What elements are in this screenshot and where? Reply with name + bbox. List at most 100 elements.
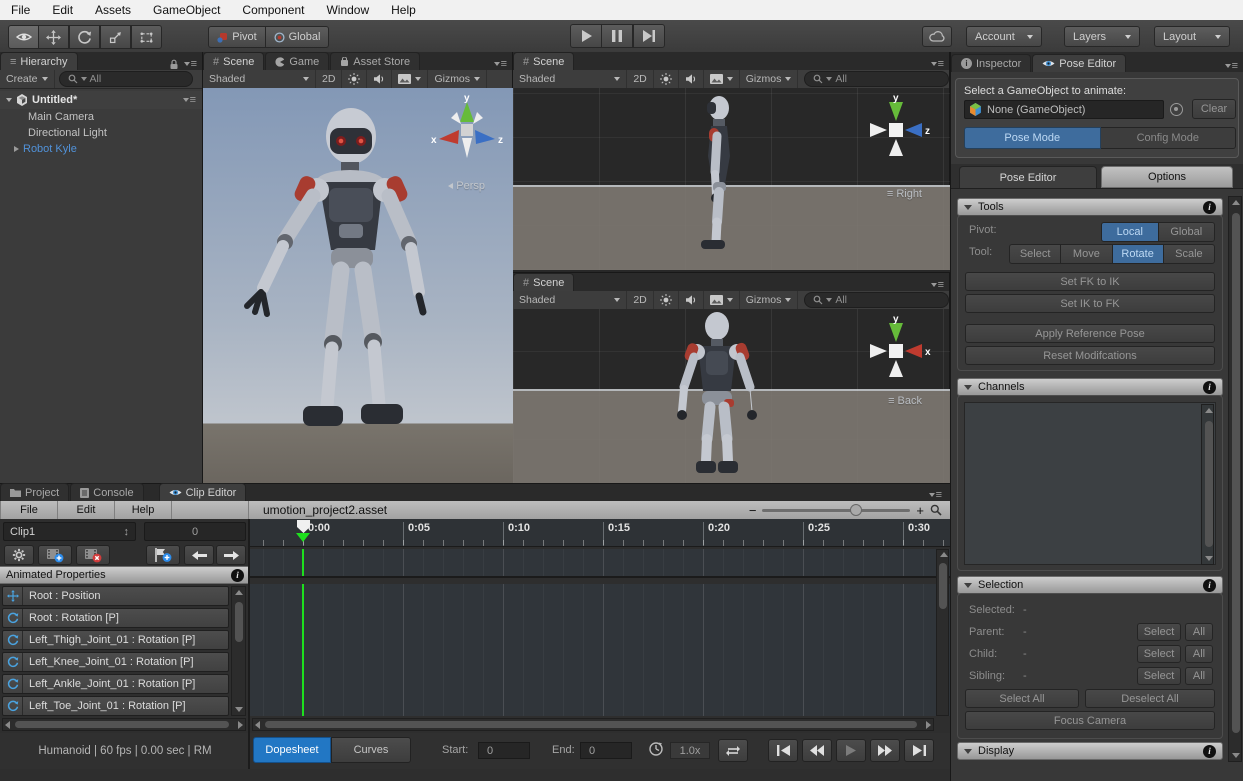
menu-help[interactable]: Help	[380, 3, 427, 17]
shading-mode-dropdown[interactable]: Shaded	[513, 70, 627, 88]
clip-selector-dropdown[interactable]: Clip1 ↕	[3, 522, 136, 541]
fast-forward-button[interactable]	[870, 739, 900, 762]
pane-menu-icon[interactable]: ≡	[929, 489, 950, 501]
scroll-thumb[interactable]	[1232, 213, 1240, 733]
menu-assets[interactable]: Assets	[84, 3, 142, 17]
set-fk-to-ik-button[interactable]: Set FK to IK	[965, 272, 1215, 291]
hierarchy-item-robot-kyle[interactable]: Robot Kyle	[0, 141, 202, 157]
scroll-up-icon[interactable]	[1205, 408, 1213, 413]
audio-toggle[interactable]	[367, 70, 392, 88]
magnifier-icon[interactable]	[930, 504, 942, 516]
lighting-toggle[interactable]	[654, 291, 679, 309]
scroll-right-icon[interactable]	[926, 721, 931, 729]
scroll-up-icon[interactable]	[1232, 200, 1240, 205]
robot-model-side[interactable]	[695, 94, 743, 254]
audio-toggle[interactable]	[679, 70, 704, 88]
playhead-line[interactable]	[302, 549, 304, 576]
shading-mode-dropdown[interactable]: Shaded	[203, 70, 316, 88]
add-clip-button[interactable]	[38, 545, 72, 565]
effects-dropdown[interactable]	[704, 291, 740, 309]
properties-hscrollbar[interactable]	[2, 718, 246, 731]
scroll-thumb[interactable]	[939, 563, 947, 609]
pane-menu-icon[interactable]: ≡	[931, 58, 949, 70]
delete-clip-button[interactable]	[76, 545, 110, 565]
robot-model-back[interactable]	[672, 311, 762, 481]
scroll-up-icon[interactable]	[940, 552, 948, 557]
select-all-button[interactable]: Select All	[965, 689, 1079, 708]
tab-asset-store[interactable]: Asset Store	[330, 52, 420, 70]
playhead-flag[interactable]	[297, 520, 310, 534]
tool-move-button[interactable]: Move	[1060, 244, 1112, 264]
lock-icon[interactable]	[169, 59, 179, 70]
scroll-left-icon[interactable]	[5, 721, 10, 729]
scroll-down-icon[interactable]	[1205, 556, 1213, 561]
property-row-left-toe[interactable]: Left_Toe_Joint_01 : Rotation [P]	[2, 696, 229, 716]
curves-tab[interactable]: Curves	[331, 737, 411, 763]
timeline-zoom-slider[interactable]	[762, 509, 910, 512]
channels-scrollbar[interactable]	[1201, 404, 1214, 565]
deselect-all-button[interactable]: Deselect All	[1085, 689, 1215, 708]
channels-list[interactable]	[964, 402, 1216, 565]
tab-scene[interactable]: # Scene	[513, 52, 574, 70]
menu-edit[interactable]: Edit	[41, 3, 84, 17]
pane-menu-icon[interactable]: ≡	[184, 58, 197, 70]
layers-dropdown[interactable]: Layers	[1064, 26, 1140, 47]
tab-console[interactable]: Console	[70, 483, 143, 501]
gizmos-dropdown[interactable]: Gizmos	[428, 70, 487, 88]
scroll-thumb[interactable]	[15, 721, 229, 728]
property-row-root-position[interactable]: Root : Position	[2, 586, 229, 606]
pivot-global-button[interactable]: Global	[1158, 222, 1216, 242]
pause-button[interactable]	[601, 24, 633, 48]
scene-context-menu-icon[interactable]: ≡	[183, 94, 202, 106]
zoom-in-label[interactable]: +	[916, 503, 924, 518]
scroll-right-icon[interactable]	[238, 721, 243, 729]
move-tool-button[interactable]	[38, 25, 69, 49]
scroll-thumb[interactable]	[1205, 421, 1213, 547]
cloud-button[interactable]	[922, 26, 952, 47]
selection-section-header[interactable]: Selection i	[957, 576, 1223, 594]
expand-arrow-icon[interactable]	[14, 146, 19, 152]
info-icon[interactable]: i	[1203, 201, 1216, 214]
property-row-root-rotation[interactable]: Root : Rotation [P]	[2, 608, 229, 628]
scroll-up-icon[interactable]	[235, 590, 243, 595]
clip-menu-edit[interactable]: Edit	[58, 501, 115, 519]
skip-to-start-button[interactable]	[768, 739, 798, 762]
hierarchy-search-input[interactable]: All	[59, 71, 193, 87]
menu-file[interactable]: File	[0, 3, 41, 17]
playhead-marker[interactable]	[296, 533, 310, 542]
playhead-line[interactable]	[302, 584, 304, 716]
pivot-toggle-button[interactable]: Pivot	[208, 26, 266, 48]
subtab-pose-editor[interactable]: Pose Editor	[959, 166, 1097, 188]
layout-dropdown[interactable]: Layout	[1154, 26, 1230, 47]
expand-arrow-icon[interactable]	[6, 98, 12, 102]
scene-viewport-right[interactable]: y z ≡ Right	[513, 88, 950, 270]
info-icon[interactable]: i	[1203, 381, 1216, 394]
timeline-ruler[interactable]: 0:00 0:05 0:10 0:15 0:20 0:25 0:30	[250, 519, 950, 547]
gameobject-field[interactable]: None (GameObject)	[964, 100, 1164, 119]
tab-clip-editor[interactable]: Clip Editor	[159, 483, 247, 501]
scene-viewport-perspective[interactable]: y x z Persp	[203, 88, 513, 483]
2d-toggle[interactable]: 2D	[627, 291, 653, 309]
2d-toggle[interactable]: 2D	[627, 70, 653, 88]
scroll-down-icon[interactable]	[235, 707, 243, 712]
dopesheet-tab[interactable]: Dopesheet	[253, 737, 331, 763]
set-ik-to-fk-button[interactable]: Set IK to FK	[965, 294, 1215, 313]
view-orientation-label[interactable]: ≡ Right	[887, 188, 922, 200]
end-input[interactable]: 0	[580, 742, 632, 759]
scroll-thumb[interactable]	[265, 721, 917, 728]
settings-button[interactable]	[4, 545, 34, 565]
play-button[interactable]	[570, 24, 602, 48]
add-event-button[interactable]	[146, 545, 180, 565]
tab-game[interactable]: Game	[265, 52, 329, 70]
menu-window[interactable]: Window	[315, 3, 380, 17]
menu-gameobject[interactable]: GameObject	[142, 3, 231, 17]
tab-hierarchy[interactable]: ≡ Hierarchy	[0, 52, 78, 70]
next-key-button[interactable]	[216, 545, 246, 565]
tools-section-header[interactable]: Tools i	[957, 198, 1223, 216]
pivot-local-button[interactable]: Local	[1101, 222, 1159, 242]
view-orientation-label[interactable]: Persp	[448, 180, 485, 192]
reset-modifications-button[interactable]: Reset Modifcations	[965, 346, 1215, 365]
tab-scene[interactable]: # Scene	[513, 273, 574, 291]
zoom-out-label[interactable]: −	[749, 503, 757, 518]
axis-gizmo-back-view[interactable]: y x	[860, 315, 932, 387]
